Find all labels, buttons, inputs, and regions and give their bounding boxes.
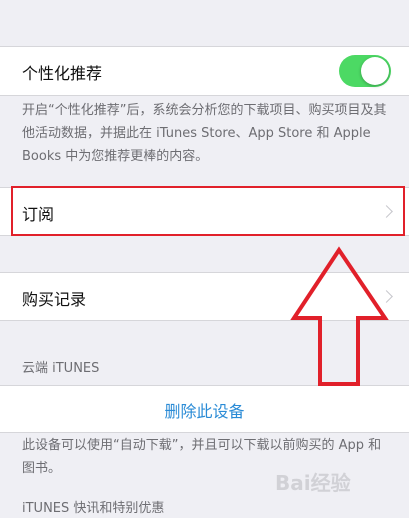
divider xyxy=(0,95,409,96)
offers-header: iTUNES 快讯和特别优惠 xyxy=(22,501,165,516)
personalized-recommendations-toggle[interactable] xyxy=(339,55,391,87)
personalized-recommendations-label: 个性化推荐 xyxy=(22,64,103,83)
cloud-itunes-header: 云端 iTUNES xyxy=(22,361,100,376)
purchase-history-label: 购买记录 xyxy=(22,290,87,309)
baidu-watermark-logo: Bai经验 xyxy=(275,471,351,495)
personalized-recommendations-row: 个性化推荐 xyxy=(0,47,409,95)
divider xyxy=(0,432,409,433)
subscriptions-highlight-annotation xyxy=(11,186,405,236)
remove-device-button[interactable]: 删除此设备 xyxy=(0,398,409,422)
settings-page: 个性化推荐 开启“个性化推荐”后，系统会分析您的下载项目、购买项目及其他活动数据… xyxy=(0,0,409,518)
divider xyxy=(0,320,409,321)
remove-device-row[interactable]: 删除此设备 xyxy=(0,386,409,432)
purchase-history-row[interactable]: 购买记录 xyxy=(0,273,409,320)
personalized-description: 开启“个性化推荐”后，系统会分析您的下载项目、购买项目及其他活动数据，并据此在 … xyxy=(22,103,387,164)
watermark-text: Bai经验 xyxy=(275,471,351,495)
chevron-right-icon xyxy=(380,290,393,303)
toggle-knob xyxy=(361,57,389,85)
